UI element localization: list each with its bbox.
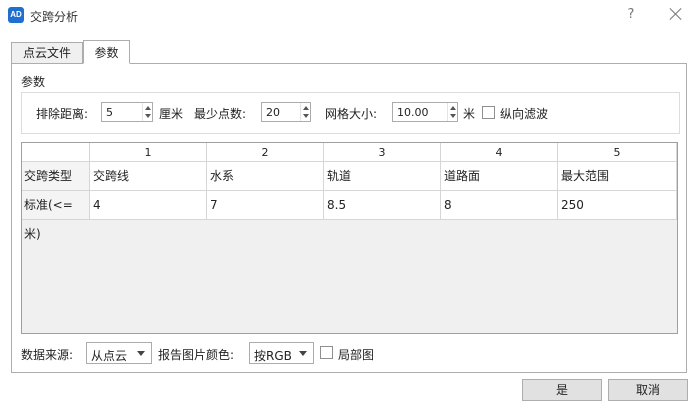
column-header[interactable]: 3 <box>324 143 441 162</box>
vertical-filter-label[interactable]: 纵向滤波 <box>500 105 548 122</box>
spin-down-icon[interactable] <box>303 114 309 118</box>
row-header[interactable]: 交跨类型 <box>22 162 90 191</box>
grid-size-value: 10.00 <box>397 106 429 119</box>
column-header[interactable]: 4 <box>441 143 558 162</box>
spin-arrows[interactable] <box>142 103 152 121</box>
local-map-label[interactable]: 局部图 <box>338 346 374 363</box>
window-title: 交跨分析 <box>30 10 79 24</box>
exclude-distance-spinbox[interactable]: 5 <box>101 102 153 122</box>
spin-arrows[interactable] <box>447 103 457 121</box>
table-cell[interactable]: 道路面 <box>441 162 558 191</box>
table-cell[interactable]: 250 <box>558 191 677 220</box>
chevron-down-icon <box>137 351 145 356</box>
grid-size-label: 网格大小: <box>325 107 378 121</box>
table-cell[interactable]: 8 <box>441 191 558 220</box>
data-source-dropdown[interactable]: 从点云 <box>86 342 152 364</box>
vertical-filter-checkbox[interactable] <box>482 106 495 119</box>
row-header[interactable]: 标准(<=米) <box>22 191 90 241</box>
table-cell[interactable]: 4 <box>90 191 207 220</box>
tab-parameters[interactable]: 参数 <box>83 40 130 64</box>
title-bar: AD 交跨分析 ? <box>0 0 697 30</box>
table-cell[interactable]: 7 <box>207 191 324 220</box>
grid-size-unit: 米 <box>463 107 476 121</box>
spin-up-icon[interactable] <box>303 106 309 110</box>
data-source-label: 数据来源: <box>21 348 74 362</box>
column-header[interactable]: 5 <box>558 143 677 162</box>
table-cell[interactable]: 最大范围 <box>558 162 677 191</box>
column-header[interactable]: 1 <box>90 143 207 162</box>
data-source-value: 从点云 <box>91 349 128 363</box>
spin-down-icon[interactable] <box>450 114 456 118</box>
table-cell[interactable]: 水系 <box>207 162 324 191</box>
table-cell[interactable]: 轨道 <box>324 162 441 191</box>
tab-pointcloud-file[interactable]: 点云文件 <box>11 42 83 64</box>
exclude-distance-value: 5 <box>106 106 113 119</box>
local-map-checkbox[interactable] <box>320 346 333 359</box>
spin-arrows[interactable] <box>300 103 310 121</box>
parameters-panel: 参数 排除距离: 5 厘米 最少点数: 20 网格大小: 10.00 米 纵向滤… <box>11 63 687 373</box>
spin-up-icon[interactable] <box>145 106 151 110</box>
report-color-value: 按RGB <box>254 349 292 363</box>
table-corner[interactable] <box>22 143 90 162</box>
ok-button[interactable]: 是 <box>522 379 602 401</box>
report-color-label: 报告图片颜色: <box>158 348 235 362</box>
chevron-down-icon <box>299 351 307 356</box>
spin-down-icon[interactable] <box>145 114 151 118</box>
table-cell[interactable]: 交跨线 <box>90 162 207 191</box>
params-group-title: 参数 <box>21 75 46 89</box>
exclude-distance-unit: 厘米 <box>159 107 184 121</box>
column-header[interactable]: 2 <box>207 143 324 162</box>
cancel-button[interactable]: 取消 <box>608 379 688 401</box>
grid-size-spinbox[interactable]: 10.00 <box>392 102 458 122</box>
crossing-table[interactable]: 1 2 3 4 5 交跨类型 交跨线 水系 轨道 道路面 最大范围 标准(<=米… <box>21 142 678 334</box>
close-icon[interactable] <box>666 4 686 24</box>
table-cell[interactable]: 8.5 <box>324 191 441 220</box>
min-points-label: 最少点数: <box>194 107 247 121</box>
min-points-value: 20 <box>266 106 280 119</box>
app-icon: AD <box>8 7 24 23</box>
min-points-spinbox[interactable]: 20 <box>261 102 311 122</box>
report-color-dropdown[interactable]: 按RGB <box>249 342 314 364</box>
help-button[interactable]: ? <box>623 6 639 24</box>
spin-up-icon[interactable] <box>450 106 456 110</box>
params-group: 排除距离: 5 厘米 最少点数: 20 网格大小: 10.00 米 纵向滤波 <box>21 92 680 134</box>
exclude-distance-label: 排除距离: <box>36 107 89 121</box>
